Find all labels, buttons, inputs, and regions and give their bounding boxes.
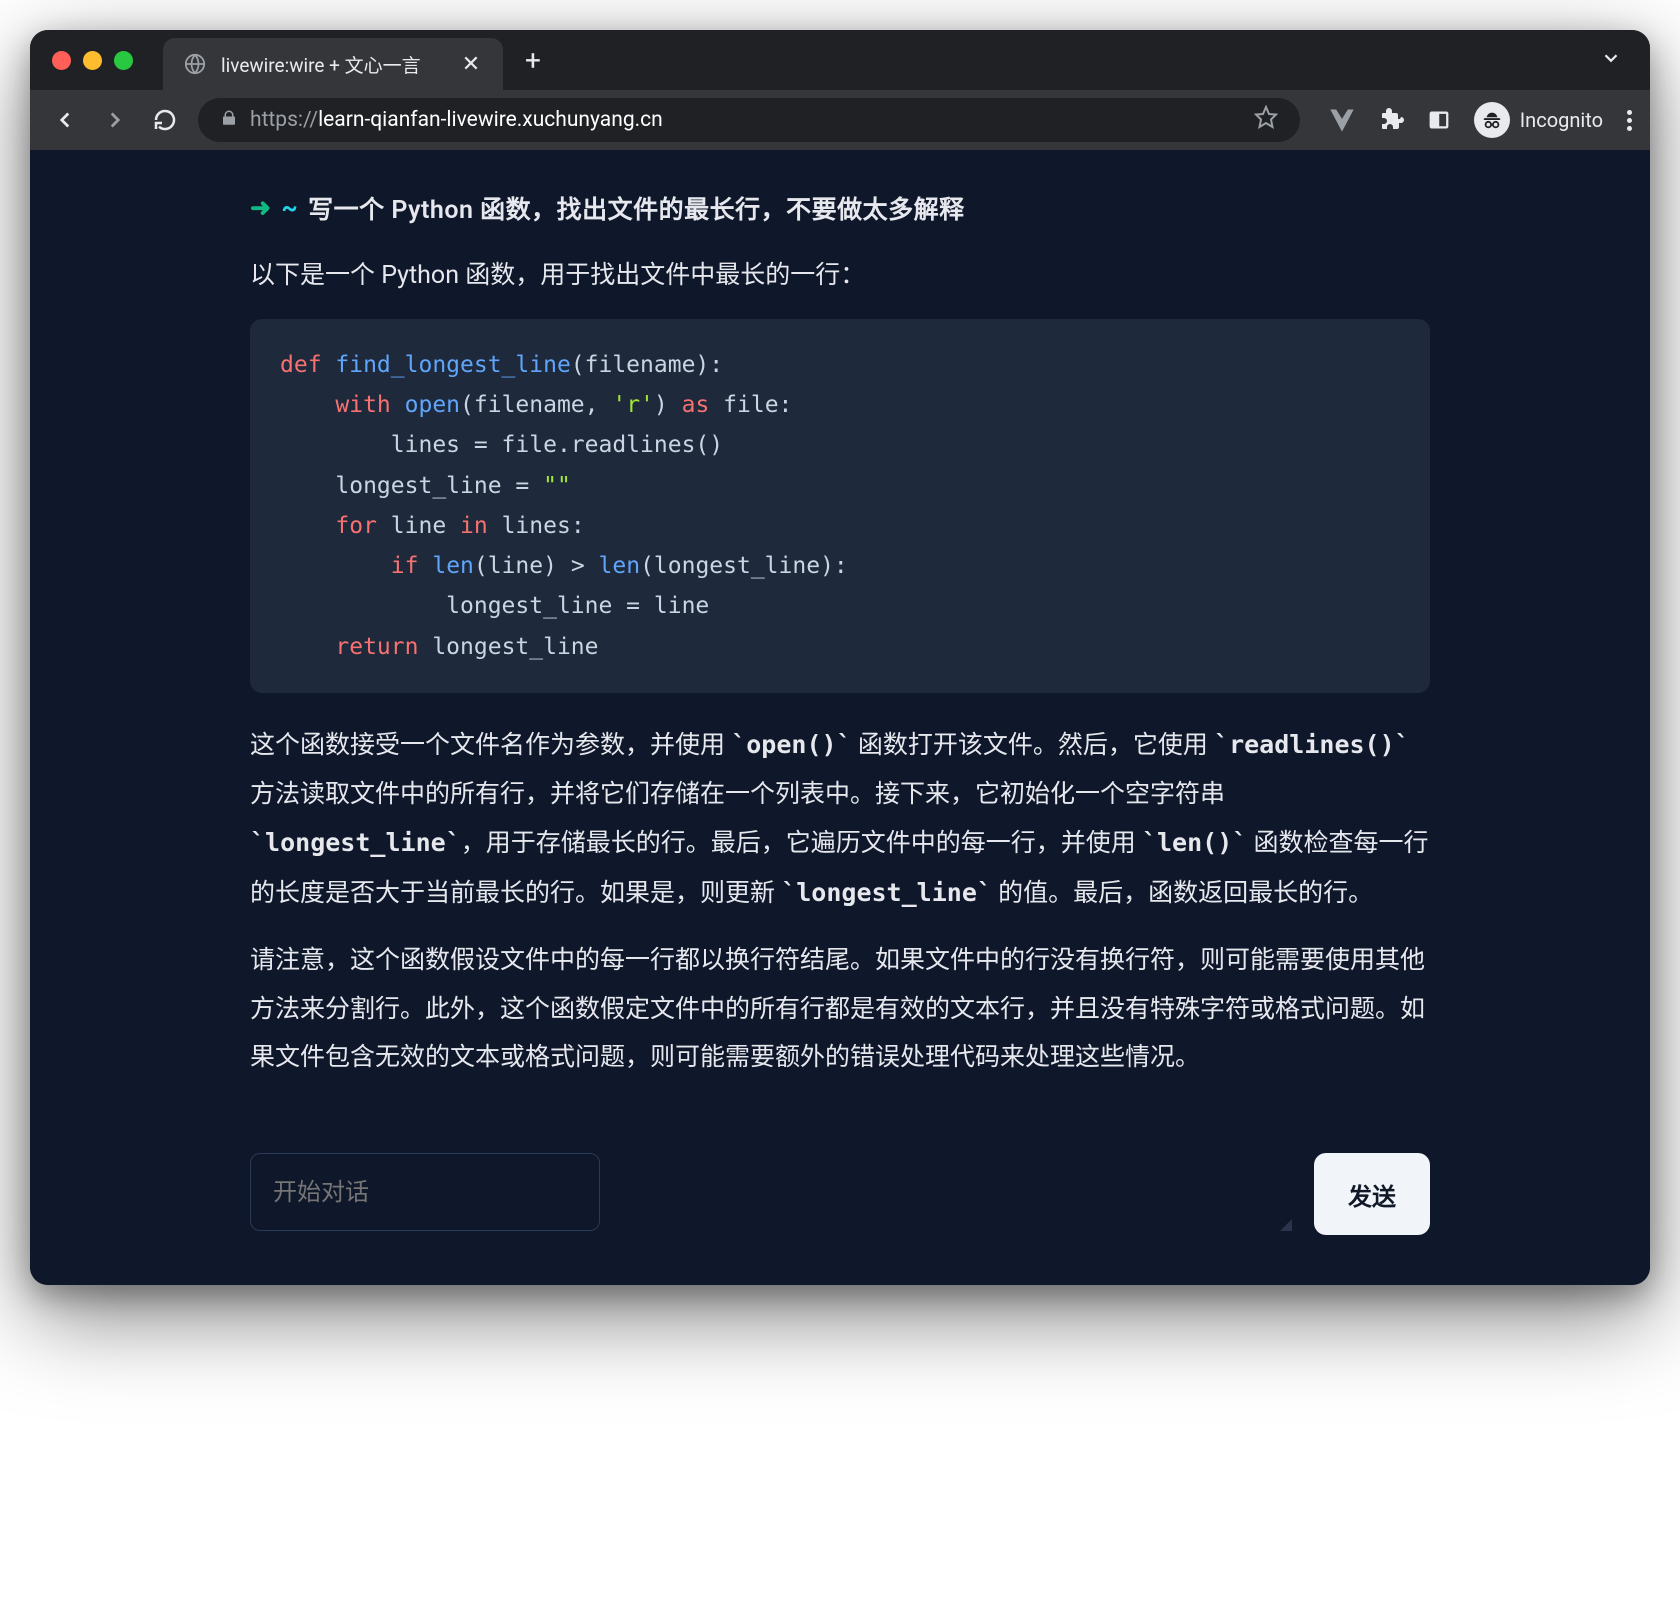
window-minimize-button[interactable]	[83, 51, 102, 70]
bookmark-star-icon[interactable]	[1254, 105, 1278, 135]
url-text: https://learn-qianfan-livewire.xuchunyan…	[250, 108, 663, 132]
page-content: ➜ ~ 写一个 Python 函数，找出文件的最长行，不要做太多解释 以下是一个…	[30, 150, 1650, 1285]
assistant-explanation-1: 这个函数接受一个文件名作为参数，并使用 `open()` 函数打开该文件。然后，…	[250, 721, 1430, 919]
prompt-arrow-icon: ➜	[250, 193, 271, 223]
traffic-lights	[52, 51, 133, 70]
window-maximize-button[interactable]	[114, 51, 133, 70]
back-button[interactable]	[48, 103, 82, 137]
browser-toolbar: https://learn-qianfan-livewire.xuchunyan…	[30, 90, 1650, 150]
chat-input-row: 发送	[250, 1153, 1430, 1235]
tab-title: livewire:wire + 文心一言	[221, 51, 445, 78]
tab-close-button[interactable]: ✕	[459, 52, 483, 76]
vue-extension-icon[interactable]	[1328, 106, 1356, 134]
forward-button[interactable]	[98, 103, 132, 137]
code-block: def find_longest_line(filename): with op…	[250, 319, 1430, 693]
panel-icon[interactable]	[1428, 109, 1450, 131]
browser-tab[interactable]: livewire:wire + 文心一言 ✕	[163, 38, 503, 90]
assistant-intro: 以下是一个 Python 函数，用于找出文件中最长的一行：	[250, 252, 1430, 301]
lock-icon	[220, 109, 238, 132]
reload-button[interactable]	[148, 103, 182, 137]
titlebar: livewire:wire + 文心一言 ✕ +	[30, 30, 1650, 90]
user-prompt: ➜ ~ 写一个 Python 函数，找出文件的最长行，不要做太多解释	[250, 190, 1430, 226]
incognito-badge[interactable]: Incognito	[1474, 102, 1603, 138]
extensions-icon[interactable]	[1380, 108, 1404, 132]
chevron-down-icon[interactable]	[1600, 47, 1622, 74]
new-tab-button[interactable]: +	[518, 44, 548, 77]
browser-menu-button[interactable]	[1627, 110, 1632, 131]
user-prompt-text: 写一个 Python 函数，找出文件的最长行，不要做太多解释	[308, 190, 965, 226]
browser-window: livewire:wire + 文心一言 ✕ + https://learn-q…	[30, 30, 1650, 1285]
assistant-explanation-2: 请注意，这个函数假设文件中的每一行都以换行符结尾。如果文件中的行没有换行符，则可…	[250, 937, 1430, 1083]
window-close-button[interactable]	[52, 51, 71, 70]
incognito-icon	[1474, 102, 1510, 138]
incognito-label: Incognito	[1520, 108, 1603, 132]
send-button[interactable]: 发送	[1314, 1153, 1430, 1235]
globe-icon	[183, 52, 207, 76]
prompt-tilde-icon: ~	[281, 194, 298, 223]
address-bar[interactable]: https://learn-qianfan-livewire.xuchunyan…	[198, 98, 1300, 142]
chat-input[interactable]	[250, 1153, 600, 1231]
